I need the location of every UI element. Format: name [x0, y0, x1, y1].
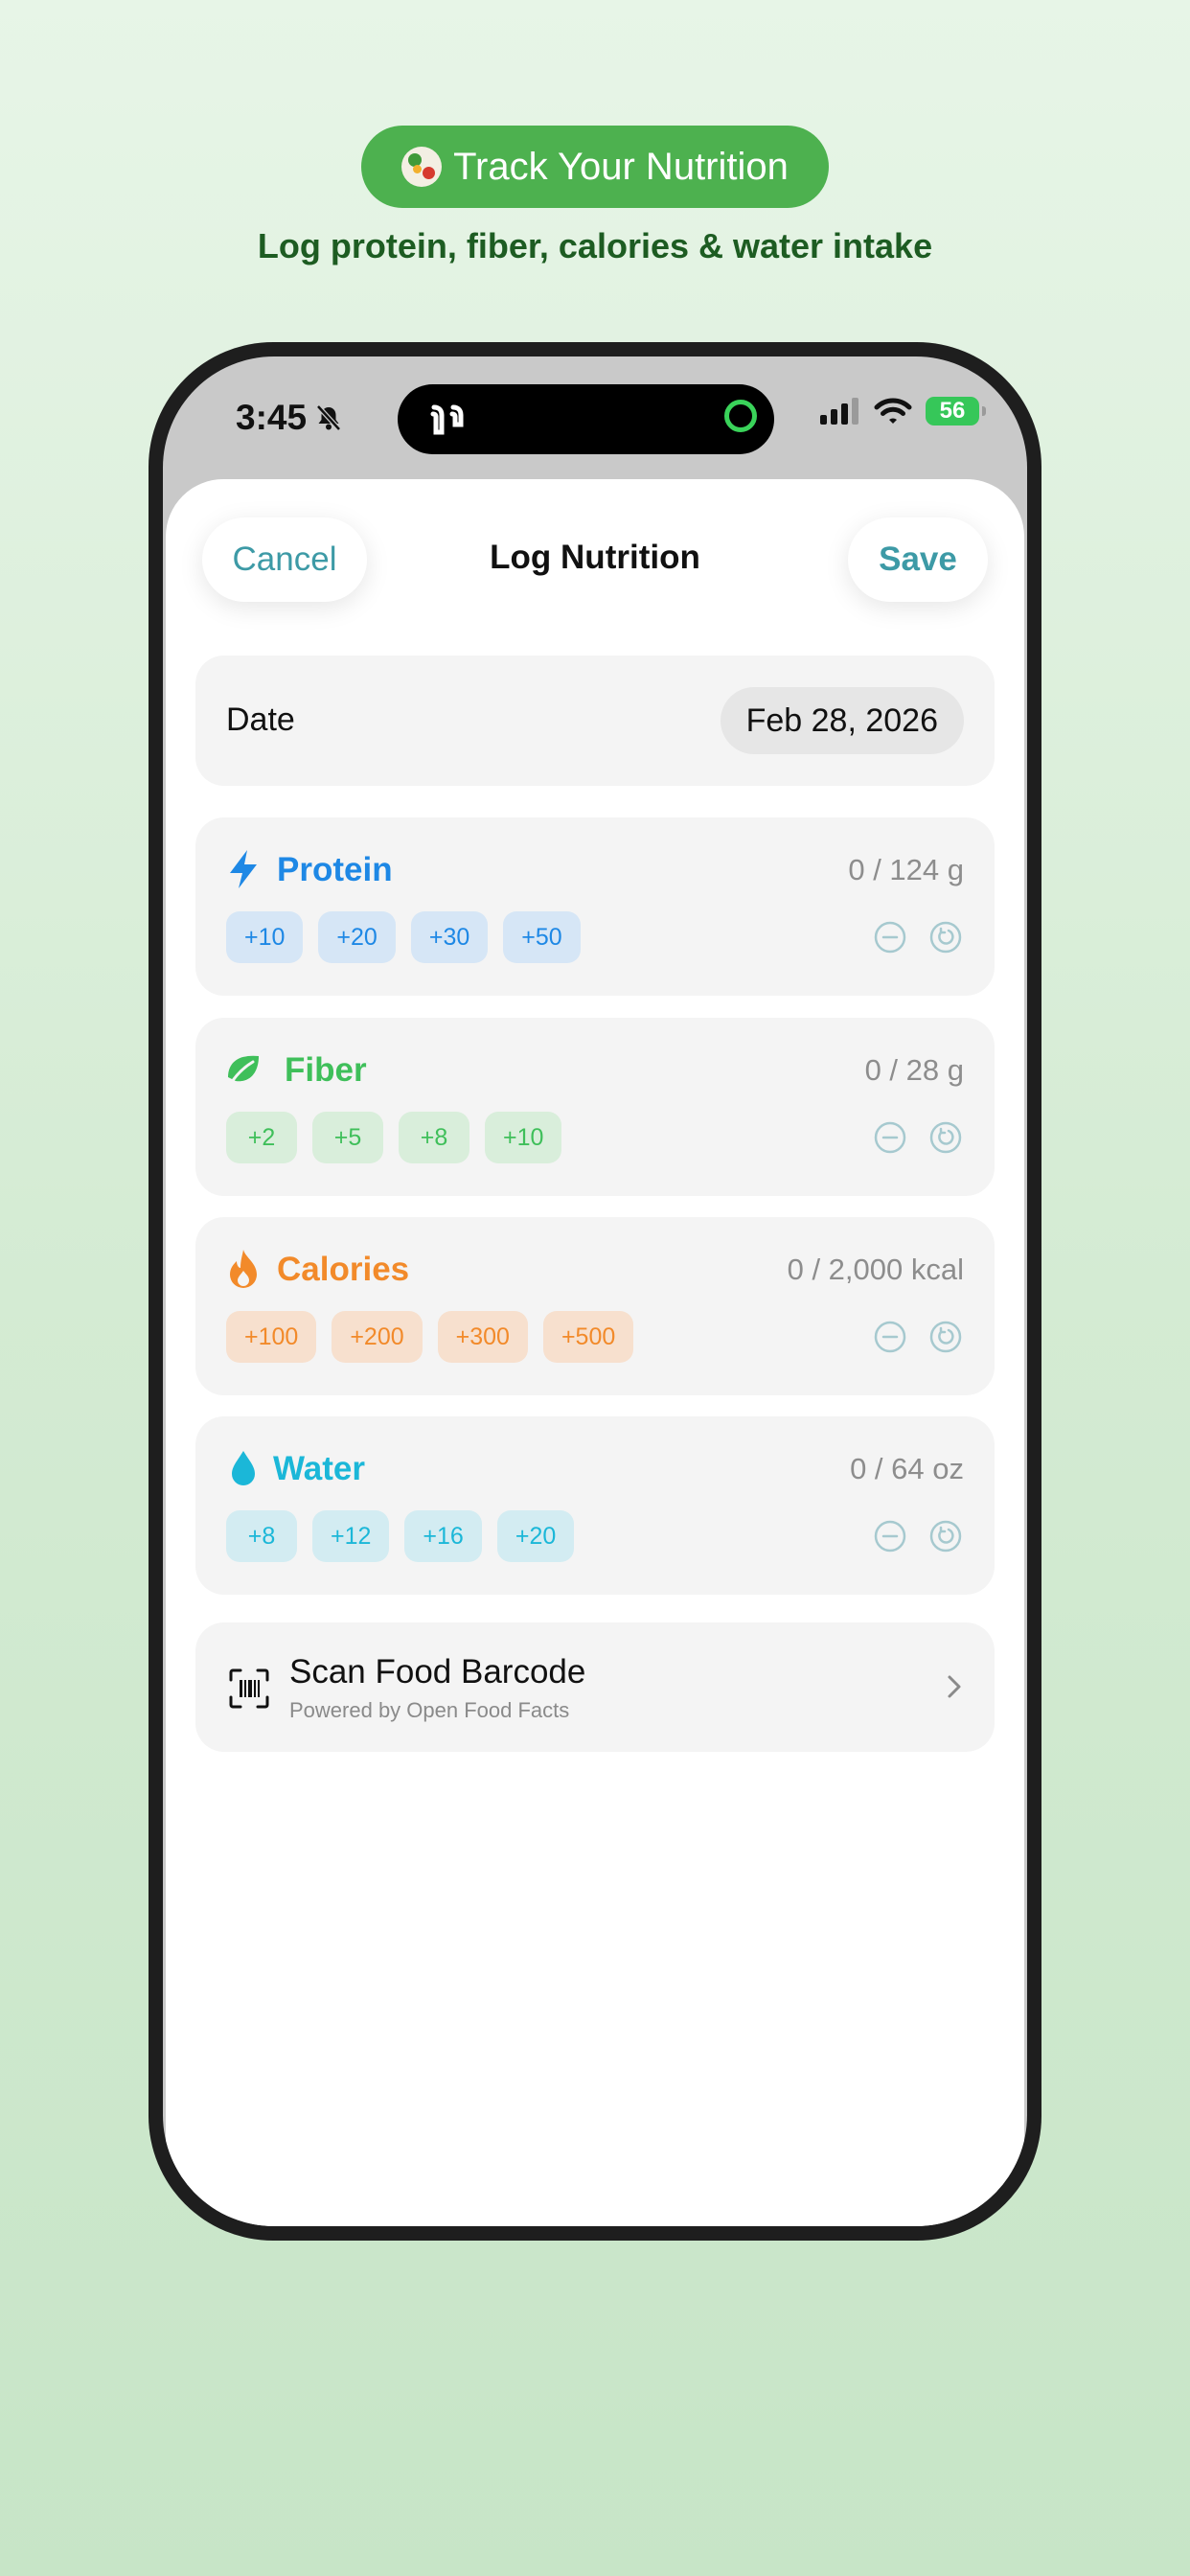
status-bar: 3:45 56 [163, 356, 1027, 476]
water-total: 0 / 64 oz [850, 1452, 964, 1485]
reset-icon[interactable] [929, 1121, 962, 1154]
save-button[interactable]: Save [848, 518, 988, 602]
minus-circle-icon[interactable] [874, 921, 906, 954]
earbuds-icon [430, 404, 464, 435]
scan-title: Scan Food Barcode [289, 1653, 586, 1690]
water-add-chip[interactable]: +20 [496, 1510, 575, 1562]
calories-chips: +100 +200 +300 +500 [226, 1311, 634, 1363]
drop-icon [232, 1451, 255, 1485]
barcode-scan-icon [229, 1668, 269, 1709]
water-title: Water [273, 1450, 365, 1487]
scan-barcode-row[interactable]: Scan Food Barcode Powered by Open Food F… [195, 1622, 995, 1752]
calories-card: Calories 0 / 2,000 kcal +100 +200 +300 +… [195, 1217, 995, 1395]
battery-icon: 56 [926, 397, 986, 426]
status-time: 3:45 [236, 398, 343, 438]
water-add-chip[interactable]: +12 [312, 1510, 390, 1562]
water-chips: +8 +12 +16 +20 [226, 1510, 575, 1562]
date-picker[interactable]: Feb 28, 2026 [720, 687, 964, 754]
reset-icon[interactable] [929, 1321, 962, 1353]
fiber-add-chip[interactable]: +10 [485, 1112, 562, 1163]
fiber-title: Fiber [285, 1051, 367, 1089]
reset-icon[interactable] [929, 921, 962, 954]
water-add-chip[interactable]: +8 [226, 1510, 297, 1562]
log-nutrition-sheet: Cancel Log Nutrition Save Date Feb 28, 2… [166, 479, 1024, 2226]
fiber-total: 0 / 28 g [864, 1053, 964, 1087]
protein-add-chip[interactable]: +50 [503, 911, 581, 963]
calories-title: Calories [277, 1251, 410, 1288]
reset-icon[interactable] [929, 1520, 962, 1552]
fiber-add-chip[interactable]: +2 [226, 1112, 297, 1163]
calories-add-chip[interactable]: +500 [542, 1311, 634, 1363]
salad-icon [401, 147, 443, 187]
water-add-chip[interactable]: +16 [404, 1510, 482, 1562]
promo-pill-text: Track Your Nutrition [453, 145, 789, 188]
calories-add-chip[interactable]: +300 [437, 1311, 528, 1363]
protein-add-chip[interactable]: +10 [226, 911, 304, 963]
leaf-icon [228, 1055, 259, 1087]
chevron-right-icon [948, 1675, 961, 1698]
fiber-chips: +2 +5 +8 +10 [226, 1112, 562, 1163]
fiber-add-chip[interactable]: +8 [399, 1112, 469, 1163]
minus-circle-icon[interactable] [874, 1121, 906, 1154]
battery-level: 56 [939, 398, 966, 424]
protein-total: 0 / 124 g [848, 853, 964, 886]
calories-add-chip[interactable]: +100 [226, 1311, 317, 1363]
minus-circle-icon[interactable] [874, 1520, 906, 1552]
clock: 3:45 [236, 398, 308, 437]
flame-icon [230, 1250, 257, 1288]
bolt-icon [230, 850, 257, 888]
bell-slash-icon [316, 404, 341, 431]
dynamic-island [398, 384, 774, 454]
protein-add-chip[interactable]: +30 [410, 911, 489, 963]
activity-ring-icon [724, 400, 757, 432]
promo-subtitle: Log protein, fiber, calories & water int… [257, 226, 933, 265]
protein-add-chip[interactable]: +20 [318, 911, 396, 963]
wifi-icon [874, 398, 912, 424]
date-row: Date Feb 28, 2026 [195, 656, 995, 786]
calories-add-chip[interactable]: +200 [332, 1311, 423, 1363]
status-indicators: 56 [820, 397, 986, 426]
fiber-card: Fiber 0 / 28 g +2 +5 +8 +10 [195, 1018, 995, 1196]
minus-circle-icon[interactable] [874, 1321, 906, 1353]
phone-screen: 3:45 56 Cancel Log Nutrition Save Date F… [163, 356, 1027, 2226]
protein-title: Protein [277, 851, 393, 888]
calories-total: 0 / 2,000 kcal [787, 1253, 964, 1286]
date-label: Date [226, 702, 295, 738]
scan-subtitle: Powered by Open Food Facts [289, 1698, 570, 1722]
water-card: Water 0 / 64 oz +8 +12 +16 +20 [195, 1416, 995, 1595]
signal-icon [820, 398, 858, 425]
fiber-add-chip[interactable]: +5 [312, 1112, 383, 1163]
promo-pill: Track Your Nutrition [361, 126, 829, 208]
protein-card: Protein 0 / 124 g +10 +20 +30 +50 [195, 817, 995, 996]
protein-chips: +10 +20 +30 +50 [226, 911, 581, 963]
